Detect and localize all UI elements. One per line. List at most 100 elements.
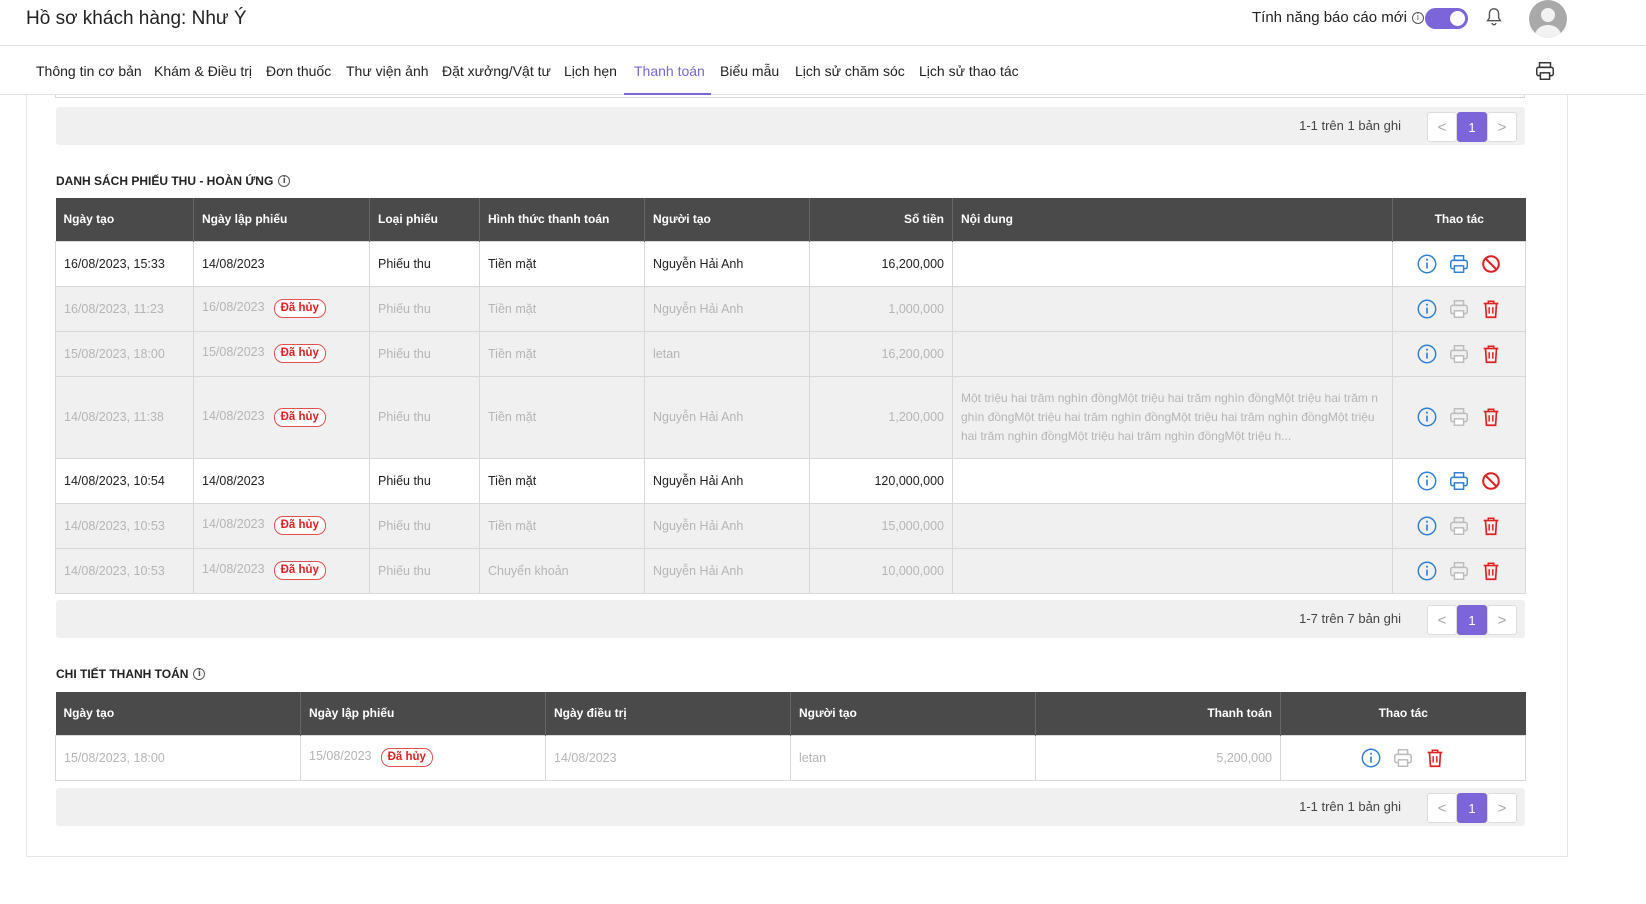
cell-type: Phiếu thu [369,457,480,504]
tab-exam-treatment[interactable]: Khám & Điều trị [154,63,252,79]
info-icon[interactable]: i [278,175,291,187]
content-text: Một triệu hai trăm nghìn đồngMột triệu h… [961,390,1378,443]
cell-amount-text: 120,000,000 [874,473,944,488]
pagination-receipts: 1-7 trên 7 bản ghi < 1 > [56,600,1525,638]
cell-content [952,457,1393,504]
table-row: 16/08/2023, 15:33 14/08/2023 Phiếu thu Tiền… [55,240,1526,287]
tab-payment[interactable]: Thanh toán [634,63,705,79]
print-icon[interactable] [1448,406,1470,428]
cell-creator-text: letan [653,346,681,361]
print-icon[interactable] [1448,560,1470,582]
print-icon[interactable] [1448,298,1470,320]
info-icon[interactable] [1360,747,1382,769]
cell-created: 14/08/2023, 11:38 [55,375,194,459]
cell-type-text: Phiếu thu [378,563,431,578]
col-type: Loại phiếu [369,198,480,241]
cell-amount: 10,000,000 [809,547,953,594]
page-1-button[interactable]: 1 [1457,793,1487,823]
avatar[interactable] [1529,0,1567,38]
cell-actions [1392,330,1526,377]
tab-lab-orders[interactable]: Đặt xưởng/Vật tư [442,63,551,79]
info-icon[interactable] [1416,298,1438,320]
info-icon[interactable] [1416,253,1438,275]
printer-icon[interactable] [1534,60,1556,82]
table-row: 15/08/2023, 18:00 15/08/2023 Đã hủy Phiếu t… [55,330,1526,377]
cell-receipt-date: 14/08/2023 Đã hủy [193,502,370,549]
print-icon[interactable] [1392,747,1414,769]
cell-receipt-date: 15/08/2023 Đã hủy [193,330,370,377]
tab-appointments[interactable]: Lịch hẹn [564,63,617,79]
cell-treatment-date: 14/08/2023 [545,734,791,781]
cancel-icon[interactable] [1480,253,1502,275]
cell-receipt-date: 14/08/2023 [193,240,370,287]
cell-creator-text: letan [799,750,827,765]
cell-receipt-date: 14/08/2023 Đã hủy [193,547,370,594]
cell-type: Phiếu thu [369,240,480,287]
cell-amount: 5,200,000 [1035,734,1281,781]
status-badge: Đã hủy [273,407,326,427]
delete-icon[interactable] [1480,406,1502,428]
print-icon[interactable] [1448,515,1470,537]
tab-basic-info[interactable]: Thông tin cơ bản [36,63,142,79]
cell-method: Chuyển khoản [479,547,645,594]
next-page-button[interactable]: > [1487,112,1517,142]
tab-photo-library[interactable]: Thư viện ảnh [346,63,429,79]
row-actions [1401,560,1517,582]
col-creator: Người tạo [790,692,1036,735]
tab-action-history[interactable]: Lịch sử thao tác [919,63,1019,79]
cell-actions [1280,734,1526,781]
status-badge: Đã hủy [273,344,326,363]
next-page-button[interactable]: > [1487,793,1517,823]
tab-forms[interactable]: Biểu mẫu [720,63,779,79]
cell-created-text: 15/08/2023, 18:00 [64,750,165,765]
bell-icon[interactable] [1483,6,1505,28]
table-row: 15/08/2023, 18:00 15/08/2023 Đã hủy 14/08/2… [55,734,1526,781]
tab-prescription[interactable]: Đơn thuốc [266,63,331,79]
delete-icon[interactable] [1424,747,1446,769]
cell-amount-text: 16,200,000 [881,256,944,271]
receipt-date-text: 16/08/2023 [202,300,265,314]
cell-creator-text: Nguyễn Hải Anh [653,563,744,578]
receipts-section-title: DANH SÁCH PHIẾU THU - HOÀN ỨNG i [56,174,291,188]
delete-icon[interactable] [1480,560,1502,582]
info-icon[interactable] [1416,343,1438,365]
print-icon[interactable] [1448,470,1470,492]
print-icon[interactable] [1448,343,1470,365]
new-report-feature: Tính năng báo cáo mới i [1252,9,1424,26]
tab-care-history[interactable]: Lịch sử chăm sóc [795,63,905,79]
cell-creator-text: Nguyễn Hải Anh [653,473,744,488]
table-row: 14/08/2023, 10:53 14/08/2023 Đã hủy Phiếu t… [55,547,1526,594]
status-badge: Đã hủy [273,561,326,580]
delete-icon[interactable] [1480,515,1502,537]
delete-icon[interactable] [1480,298,1502,320]
print-icon[interactable] [1448,253,1470,275]
prev-page-button[interactable]: < [1427,793,1457,823]
cell-actions [1392,375,1526,459]
page-1-button[interactable]: 1 [1457,605,1487,635]
info-icon[interactable] [1416,470,1438,492]
cell-created: 14/08/2023, 10:53 [55,502,194,549]
cell-creator: Nguyễn Hải Anh [644,547,810,594]
info-icon[interactable]: i [193,668,206,680]
cell-creator: Nguyễn Hải Anh [644,285,810,332]
delete-icon[interactable] [1480,343,1502,365]
cell-type-text: Phiếu thu [378,346,431,361]
next-page-button[interactable]: > [1487,605,1517,635]
cancel-icon[interactable] [1480,470,1502,492]
info-icon[interactable] [1416,515,1438,537]
cell-created: 16/08/2023, 15:33 [55,240,194,287]
table-row: 14/08/2023, 10:53 14/08/2023 Đã hủy Phiếu t… [55,502,1526,549]
cell-created: 14/08/2023, 10:53 [55,547,194,594]
info-icon[interactable] [1416,560,1438,582]
page-1-button[interactable]: 1 [1457,112,1487,142]
cell-method-text: Tiền mặt [488,410,537,424]
prev-page-button[interactable]: < [1427,605,1457,635]
info-icon[interactable] [1416,406,1438,428]
prev-page-button[interactable]: < [1427,112,1457,142]
info-icon[interactable]: i [1411,11,1424,24]
cell-amount-text: 1,200,000 [888,410,944,424]
new-report-toggle[interactable] [1425,8,1468,29]
col-actions: Thao tác [1280,692,1526,735]
row-actions [1401,515,1517,537]
status-badge: Đã hủy [380,748,433,767]
